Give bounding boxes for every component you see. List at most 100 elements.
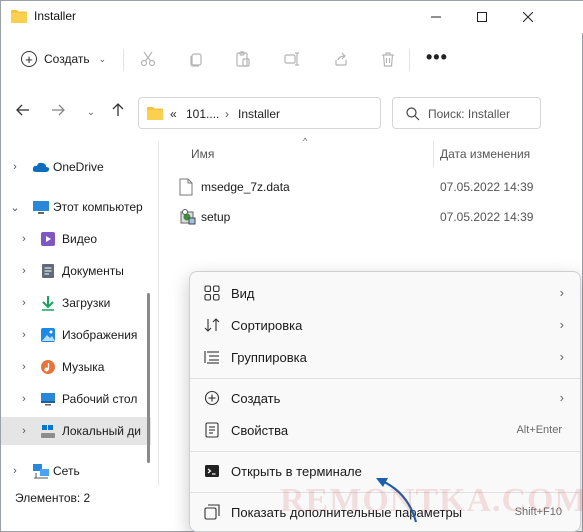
menu-item-sort[interactable]: Сортировка › [196,310,574,340]
chevron-right-icon: › [559,317,564,332]
chevron-right-icon[interactable]: › [18,425,30,437]
share-icon[interactable] [330,48,352,70]
minimize-icon [431,9,441,25]
sidebar-item-video[interactable]: › Видео [1,225,151,253]
forward-button[interactable] [47,101,69,123]
sidebar-item-label: Локальный ди [62,424,141,438]
chevron-right-icon: › [559,349,564,364]
chevron-right-icon[interactable]: › [9,161,21,173]
watermark: REMONTKA.COM [280,482,583,519]
more-options-icon [204,504,220,520]
video-icon [40,231,56,247]
arrow-up-icon [112,102,124,122]
up-button[interactable] [107,101,129,123]
sidebar-item-label: Загрузки [62,296,111,310]
column-divider[interactable] [433,141,434,167]
cloud-icon [32,160,50,176]
file-name: setup [201,210,231,224]
add-icon: + [21,51,37,67]
chevron-down-icon: ⌄ [86,106,96,118]
menu-item-label: Группировка [231,350,307,365]
sidebar-scrollbar[interactable] [147,293,150,463]
paste-icon[interactable] [232,48,254,70]
sidebar-item-label: Рабочий стол [62,392,138,406]
sidebar-item-this-pc[interactable]: ⌄ Этот компьютер [1,193,151,221]
cut-icon[interactable] [137,48,159,70]
menu-item-create[interactable]: Создать › [196,383,574,413]
pictures-icon [40,327,56,343]
sidebar-item-onedrive[interactable]: › OneDrive [1,153,151,181]
window-title: Installer [34,9,77,23]
maximize-icon [477,9,487,25]
pane-divider[interactable] [158,141,159,486]
chevron-right-icon[interactable]: › [18,297,30,309]
chevron-right-icon[interactable]: › [9,465,21,477]
search-box[interactable]: Поиск: Installer [392,97,541,129]
toolbar-divider [123,49,124,71]
create-button[interactable]: + Создать ⌄ [13,45,114,73]
rename-icon[interactable] [281,48,303,70]
menu-item-properties[interactable]: Свойства Alt+Enter [196,415,574,445]
sidebar-item-label: Документы [62,264,124,278]
file-date: 07.05.2022 14:39 [440,210,534,224]
back-button[interactable] [12,101,34,123]
sidebar-item-network[interactable]: › Сеть [1,457,151,485]
status-bar: Элементов: 2 [15,491,91,505]
breadcrumb-separator: › [225,107,229,121]
menu-item-label: Создать [231,391,281,406]
sidebar-item-label: Сеть [53,464,80,478]
chevron-down-icon[interactable]: ⌄ [9,201,21,214]
sidebar-item-downloads[interactable]: › Загрузки [1,289,151,317]
sidebar-item-documents[interactable]: › Документы [1,257,151,285]
sidebar-item-label: Изображения [62,328,138,342]
breadcrumb-segment[interactable]: 101.... [186,107,219,121]
drive-icon [40,423,56,439]
arrow-left-icon [16,103,30,121]
chevron-right-icon: › [559,390,564,405]
maximize-button[interactable] [459,1,505,33]
toolbar-divider [409,49,410,71]
sidebar-item-desktop[interactable]: › Рабочий стол [1,385,151,413]
sidebar-item-music[interactable]: › Музыка [1,353,151,381]
breadcrumb-overflow[interactable]: « [170,107,177,121]
chevron-down-icon: ⌄ [98,53,107,64]
chevron-right-icon[interactable]: › [18,361,30,373]
more-options-icon[interactable]: ••• [426,47,448,68]
chevron-right-icon[interactable]: › [18,265,30,277]
menu-separator [190,451,580,452]
menu-item-view[interactable]: Вид › [196,278,574,308]
close-button[interactable] [505,1,551,33]
minimize-button[interactable] [413,1,459,33]
search-input[interactable]: Поиск: Installer [428,107,510,121]
sidebar-item-local-disk[interactable]: › Локальный ди [1,417,151,445]
downloads-icon [40,295,56,311]
sidebar-item-label: Видео [62,232,98,246]
sidebar-item-label: Музыка [62,360,105,374]
group-icon [204,349,220,365]
navigation-pane: › OneDrive ⌄ Этот компьютер › Видео › До… [1,141,151,486]
column-header-name[interactable]: Имя [191,147,214,161]
breadcrumb-current[interactable]: Installer [238,107,280,121]
file-row[interactable]: setup 07.05.2022 14:39 [171,204,561,230]
sort-icon [204,317,220,333]
column-header-date[interactable]: Дата изменения [440,147,530,161]
desktop-icon [40,391,56,407]
chevron-right-icon[interactable]: › [18,233,30,245]
menu-item-group[interactable]: Группировка › [196,342,574,372]
chevron-right-icon[interactable]: › [18,329,30,341]
copy-icon[interactable] [185,48,207,70]
chevron-right-icon[interactable]: › [18,393,30,405]
search-icon [406,107,420,124]
sidebar-item-pictures[interactable]: › Изображения [1,321,151,349]
terminal-icon [204,463,220,479]
address-bar[interactable]: « 101.... › Installer [138,97,381,129]
computer-icon [32,200,49,216]
sidebar-item-label: Этот компьютер [53,200,143,214]
title-bar: Installer [1,1,583,33]
file-date: 07.05.2022 14:39 [440,180,534,194]
recent-locations-button[interactable]: ⌄ [80,101,102,123]
file-row[interactable]: msedge_7z.data 07.05.2022 14:39 [171,174,561,200]
music-icon [40,359,56,375]
add-icon [204,390,220,406]
delete-icon[interactable] [377,48,399,70]
